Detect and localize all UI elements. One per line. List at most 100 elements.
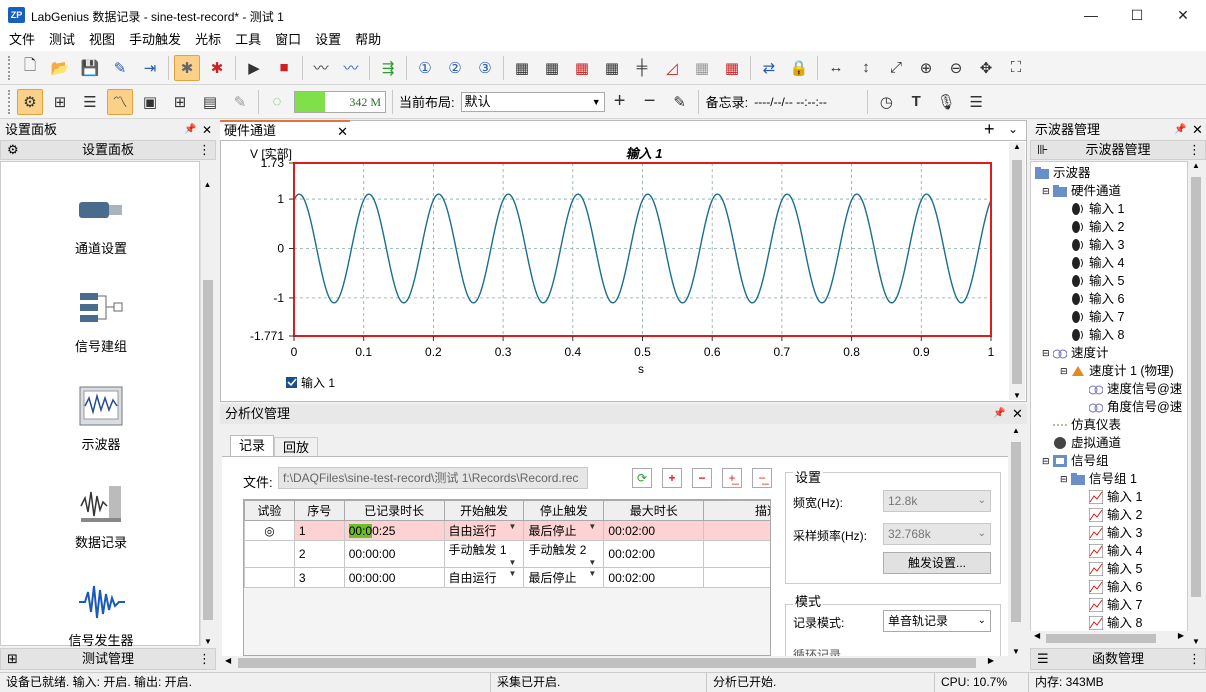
insert-row-icon[interactable]: +̲ bbox=[722, 468, 742, 488]
tab-close-icon[interactable]: ✕ bbox=[337, 123, 348, 141]
tree-item[interactable]: 输入 4 bbox=[1071, 254, 1124, 272]
menu-settings[interactable]: 设置 bbox=[308, 31, 348, 49]
delete-row-icon[interactable]: − bbox=[692, 468, 712, 488]
tree-item[interactable]: 输入 8 bbox=[1071, 326, 1124, 344]
col-stop-trigger[interactable]: 停止触发 bbox=[523, 500, 605, 521]
scroll-up-icon[interactable]: ▲ bbox=[201, 180, 214, 189]
grid-chart-5-icon[interactable]: ╪ bbox=[629, 55, 655, 81]
layout-2-icon[interactable]: ② bbox=[442, 55, 468, 81]
text-icon[interactable]: T bbox=[903, 89, 929, 115]
dropdown-arrow-icon[interactable]: ▼ bbox=[585, 569, 599, 578]
oscilloscope-chart[interactable]: 输入 1 V [实部] 1.7310-1-1.771 0 0.1 0.2 0.3 0.4… bbox=[220, 141, 1008, 399]
function-management-bar[interactable]: ☰ 函数管理 ⋮ bbox=[1030, 648, 1206, 670]
more-options-icon[interactable]: ⋮ bbox=[198, 141, 211, 159]
tab-list-chevron-icon[interactable]: ⌄ bbox=[1008, 122, 1018, 136]
media-icon[interactable]: ▣ bbox=[137, 89, 163, 115]
more-options-icon-4[interactable]: ⋮ bbox=[1188, 649, 1201, 669]
save-icon[interactable]: 💾 bbox=[77, 55, 103, 81]
tree-scrollbar[interactable]: ▲ ▼ bbox=[1188, 161, 1204, 646]
row-start-trigger[interactable]: 自由运行 ▼ bbox=[443, 520, 525, 541]
tree-item[interactable]: 输入 2 bbox=[1089, 506, 1142, 524]
lock-icon[interactable]: 🔒 bbox=[786, 55, 812, 81]
tree-scroll-down-icon[interactable]: ▼ bbox=[1188, 637, 1204, 646]
analyzer-close-icon[interactable]: ✕ bbox=[1012, 404, 1023, 424]
run-debug-icon[interactable]: ✱ bbox=[174, 54, 200, 81]
dropdown-arrow-icon[interactable]: ▼ bbox=[505, 558, 519, 567]
edit-pen-icon[interactable]: ✎ bbox=[667, 89, 693, 115]
tree-item[interactable]: 输入 5 bbox=[1089, 560, 1142, 578]
tree-item[interactable]: 速度信号@速 bbox=[1089, 380, 1182, 398]
row-description[interactable] bbox=[703, 567, 770, 588]
col-index[interactable]: 序号 bbox=[293, 500, 345, 521]
analyzer-scroll-up-icon[interactable]: ▲ bbox=[1008, 426, 1024, 435]
table-row[interactable]: 3 00:00:00 自由运行 ▼ 最后停止 ▼ 00:02:00 bbox=[244, 567, 770, 588]
menu-tools[interactable]: 工具 bbox=[228, 31, 268, 49]
pin-icon[interactable]: 📌 bbox=[184, 120, 196, 140]
trigger-settings-button[interactable]: 触发设置... bbox=[883, 552, 991, 574]
tree-item[interactable]: ⊟ 信号组 bbox=[1042, 452, 1109, 470]
layout-select[interactable]: 默认 ▼ bbox=[460, 91, 605, 112]
maximize-button[interactable]: ☐ bbox=[1114, 0, 1160, 31]
play-icon[interactable]: ▶ bbox=[241, 55, 267, 81]
tree-item[interactable]: ⊟ 速度计 bbox=[1042, 344, 1109, 362]
fullscreen-icon[interactable]: ⛶ bbox=[1003, 55, 1029, 81]
tree-item[interactable]: 角度信号@速 bbox=[1089, 398, 1182, 416]
more-options-icon-2[interactable]: ⋮ bbox=[198, 649, 211, 669]
tree-item[interactable]: 输入 3 bbox=[1071, 236, 1124, 254]
channel-settings-item[interactable]: 通道设置 bbox=[1, 188, 201, 257]
tree-item[interactable]: 输入 7 bbox=[1089, 596, 1142, 614]
tree-item[interactable]: 输入 3 bbox=[1089, 524, 1142, 542]
tree-item[interactable]: 输入 6 bbox=[1071, 290, 1124, 308]
row-max-duration[interactable]: 00:02:00 bbox=[603, 567, 705, 588]
pan-icon[interactable]: ✥ bbox=[973, 55, 999, 81]
spectrum-icon[interactable]: 〽 bbox=[107, 88, 133, 115]
close-button[interactable]: ✕ bbox=[1160, 0, 1206, 31]
microphone-icon[interactable]: 🎙 bbox=[933, 89, 959, 115]
new-file-icon[interactable]: 🗋 bbox=[17, 55, 43, 81]
col-start-trigger[interactable]: 开始触发 bbox=[443, 500, 525, 521]
sliders-icon[interactable]: ⊞ bbox=[47, 89, 73, 115]
data-recorder-item[interactable]: 数据记录 bbox=[1, 482, 201, 551]
row-stop-trigger[interactable]: 最后停止 ▼ bbox=[523, 520, 605, 541]
test-management-bar[interactable]: ⊞ 测试管理 ⋮ bbox=[0, 648, 216, 670]
record-mode-select[interactable]: 单音轨记录 ⌄ bbox=[883, 610, 991, 632]
refresh-icon[interactable]: ⟳ bbox=[632, 468, 652, 488]
remove-icon[interactable]: − bbox=[637, 89, 663, 115]
tree-item[interactable]: 输入 6 bbox=[1089, 578, 1142, 596]
tab-hardware-channel[interactable]: 硬件通道 ✕ bbox=[220, 120, 350, 141]
row-description[interactable] bbox=[703, 520, 770, 541]
row-start-trigger[interactable]: 自由运行 ▼ bbox=[443, 567, 525, 588]
minimize-button[interactable]: — bbox=[1068, 0, 1114, 31]
tree-item[interactable]: 输入 1 bbox=[1089, 488, 1142, 506]
col-trial[interactable]: 试验 bbox=[244, 500, 295, 521]
row-stop-trigger[interactable]: 最后停止 ▼ bbox=[523, 567, 605, 588]
signal-group-item[interactable]: 信号建组 bbox=[1, 286, 201, 355]
forward-arrows-icon[interactable]: ⇶ bbox=[375, 55, 401, 81]
menu-window[interactable]: 窗口 bbox=[268, 31, 308, 49]
grid-chart-8-icon[interactable]: ▦ bbox=[719, 55, 745, 81]
table-row[interactable]: 2 00:00:00 手动触发 1 ▼ 手动触发 2 ▼ 00:02:00 bbox=[244, 540, 770, 568]
fit-vertical-icon[interactable]: ↕ bbox=[853, 55, 879, 81]
chart-scroll-down-icon[interactable]: ▼ bbox=[1009, 391, 1025, 400]
row-start-trigger[interactable]: 手动触发 1 ▼ bbox=[443, 540, 525, 568]
zoom-out-icon[interactable]: ⊖ bbox=[943, 55, 969, 81]
zoom-in-icon[interactable]: ⊕ bbox=[913, 55, 939, 81]
menu-lines-icon[interactable]: ☰ bbox=[963, 89, 989, 115]
chart-scroll-up-icon[interactable]: ▲ bbox=[1009, 142, 1025, 151]
tree-item[interactable]: 输入 8 bbox=[1089, 614, 1142, 632]
clock-icon[interactable]: ◷ bbox=[873, 89, 899, 115]
row-stop-trigger[interactable]: 手动触发 2 ▼ bbox=[523, 540, 605, 568]
tree-item[interactable]: ⊟ 信号组 1 bbox=[1060, 470, 1137, 488]
tree-item[interactable]: 输入 7 bbox=[1071, 308, 1124, 326]
row-max-duration[interactable]: 00:02:00 bbox=[603, 540, 705, 568]
signal-generator-item[interactable]: 信号发生器 bbox=[1, 580, 201, 649]
add-icon[interactable]: + bbox=[607, 89, 633, 115]
layout-1-icon[interactable]: ① bbox=[412, 55, 438, 81]
dropdown-arrow-icon[interactable]: ▼ bbox=[585, 522, 599, 531]
right-pin-icon[interactable]: 📌 bbox=[1174, 120, 1186, 140]
grid-chart-6-icon[interactable]: ◿ bbox=[659, 55, 685, 81]
tree-scroll-up-icon[interactable]: ▲ bbox=[1188, 161, 1204, 170]
row-description[interactable] bbox=[703, 540, 770, 568]
more-options-icon-3[interactable]: ⋮ bbox=[1188, 141, 1201, 159]
dropdown-arrow-icon[interactable]: ▼ bbox=[505, 522, 519, 531]
